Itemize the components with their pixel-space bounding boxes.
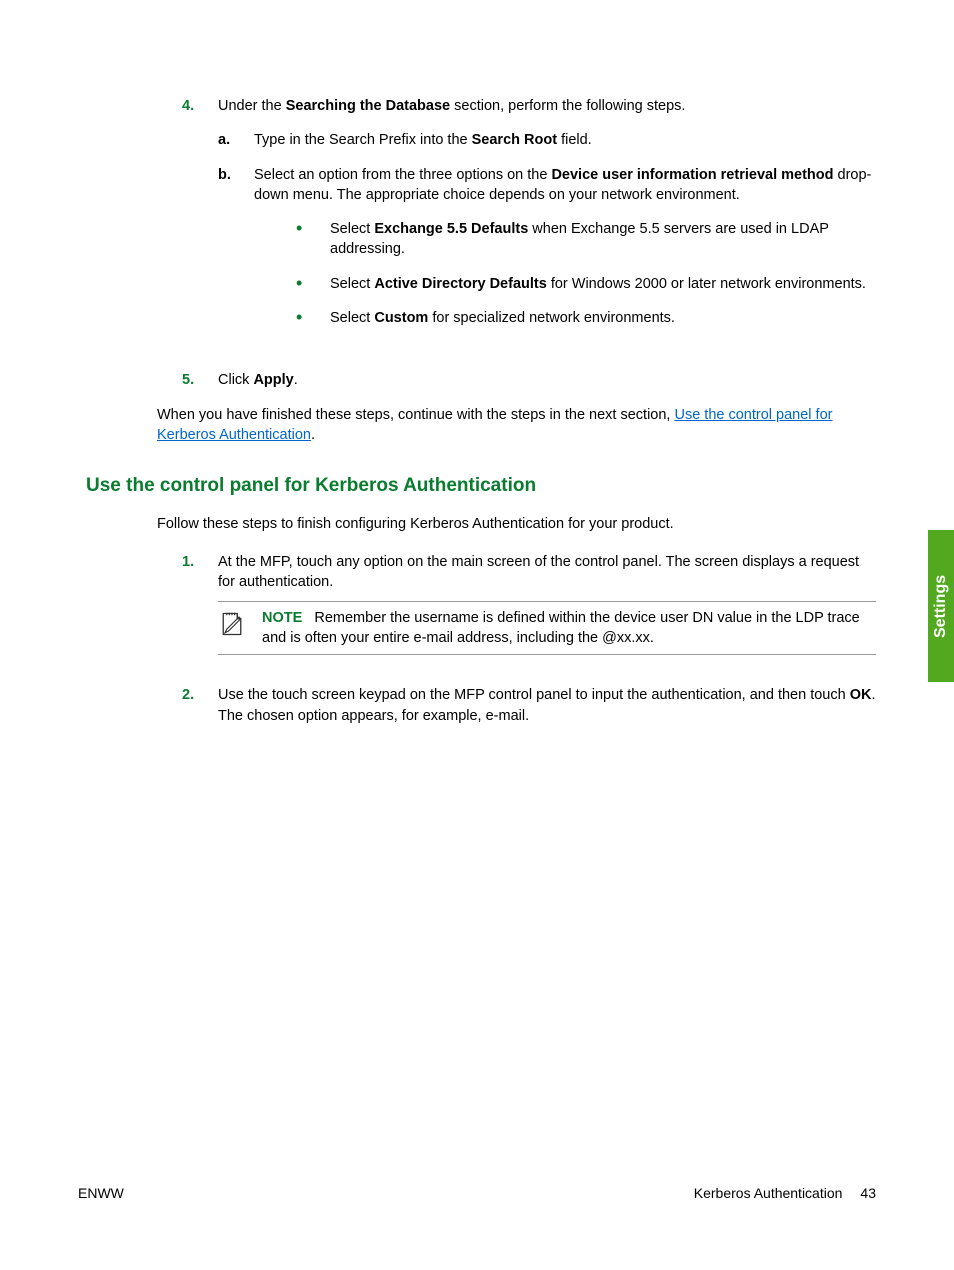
continue-paragraph: When you have finished these steps, cont…	[157, 405, 876, 446]
step-4-text-pre: Under the	[218, 98, 286, 114]
step-4a-pre: Type in the Search Prefix into the	[254, 132, 472, 148]
continue-post: .	[311, 427, 315, 443]
step-4-number: 4.	[182, 96, 218, 356]
step-5-pre: Click	[218, 372, 253, 388]
proc-step-1-body: At the MFP, touch any option on the main…	[218, 552, 876, 671]
step-5-number: 5.	[182, 370, 218, 390]
step-4a-bold: Search Root	[472, 132, 557, 148]
step-4b-body: Select an option from the three options …	[254, 165, 876, 343]
proc-step-2: 2. Use the touch screen keypad on the MF…	[182, 685, 876, 726]
bullet-1-pre: Select	[330, 221, 374, 237]
bullet-3-pre: Select	[330, 310, 374, 326]
step-5-body: Click Apply.	[218, 370, 876, 390]
bullet-1-body: Select Exchange 5.5 Defaults when Exchan…	[330, 219, 876, 260]
bullet-2-body: Select Active Directory Defaults for Win…	[330, 274, 876, 294]
step-4a-body: Type in the Search Prefix into the Searc…	[254, 130, 876, 150]
side-tab-settings[interactable]: Settings	[928, 530, 954, 682]
bullet-3: • Select Custom for specialized network …	[290, 308, 876, 328]
bullet-icon: •	[290, 219, 330, 260]
footer-page-number: 43	[860, 1184, 876, 1204]
bullet-3-body: Select Custom for specialized network en…	[330, 308, 876, 328]
step-4b: b. Select an option from the three optio…	[218, 165, 876, 343]
proc-step-1-text: At the MFP, touch any option on the main…	[218, 554, 859, 590]
bullet-icon: •	[290, 274, 330, 294]
note-text-container: NOTE Remember the username is defined wi…	[262, 608, 876, 649]
note-text: Remember the username is defined within …	[262, 610, 860, 646]
step-5-bold: Apply	[253, 372, 293, 388]
proc-step-1-number: 1.	[182, 552, 218, 671]
step-4-text-bold: Searching the Database	[286, 98, 450, 114]
step-4a-number: a.	[218, 130, 254, 150]
proc-step-1: 1. At the MFP, touch any option on the m…	[182, 552, 876, 671]
footer-left: ENWW	[78, 1184, 124, 1204]
step-4b-bold: Device user information retrieval method	[551, 167, 833, 183]
bullet-2-pre: Select	[330, 276, 374, 292]
section-heading: Use the control panel for Kerberos Authe…	[86, 473, 876, 500]
bullet-3-post: for specialized network environments.	[428, 310, 675, 326]
proc-step-2-bold: OK	[850, 687, 872, 703]
step-5: 5. Click Apply.	[182, 370, 876, 390]
follow-paragraph: Follow these steps to finish configuring…	[157, 514, 876, 534]
proc-step-2-pre: Use the touch screen keypad on the MFP c…	[218, 687, 850, 703]
bullet-1: • Select Exchange 5.5 Defaults when Exch…	[290, 219, 876, 260]
proc-step-2-number: 2.	[182, 685, 218, 726]
footer-section: Kerberos Authentication	[694, 1184, 843, 1204]
step-4: 4. Under the Searching the Database sect…	[182, 96, 876, 356]
step-4a-post: field.	[557, 132, 592, 148]
note-label: NOTE	[262, 610, 302, 626]
note-icon	[218, 608, 262, 649]
bullet-icon: •	[290, 308, 330, 328]
bullet-2-post: for Windows 2000 or later network enviro…	[547, 276, 866, 292]
step-4b-number: b.	[218, 165, 254, 343]
continue-pre: When you have finished these steps, cont…	[157, 407, 674, 423]
bullet-2-bold: Active Directory Defaults	[374, 276, 546, 292]
bullet-1-bold: Exchange 5.5 Defaults	[374, 221, 528, 237]
step-4-text-post: section, perform the following steps.	[450, 98, 685, 114]
bullet-3-bold: Custom	[374, 310, 428, 326]
note-box: NOTE Remember the username is defined wi…	[218, 601, 876, 656]
step-4a: a. Type in the Search Prefix into the Se…	[218, 130, 876, 150]
page-footer: ENWW Kerberos Authentication 43	[78, 1184, 876, 1204]
proc-step-2-body: Use the touch screen keypad on the MFP c…	[218, 685, 876, 726]
bullet-2: • Select Active Directory Defaults for W…	[290, 274, 876, 294]
step-5-post: .	[294, 372, 298, 388]
step-4b-pre: Select an option from the three options …	[254, 167, 551, 183]
step-4-body: Under the Searching the Database section…	[218, 96, 876, 356]
